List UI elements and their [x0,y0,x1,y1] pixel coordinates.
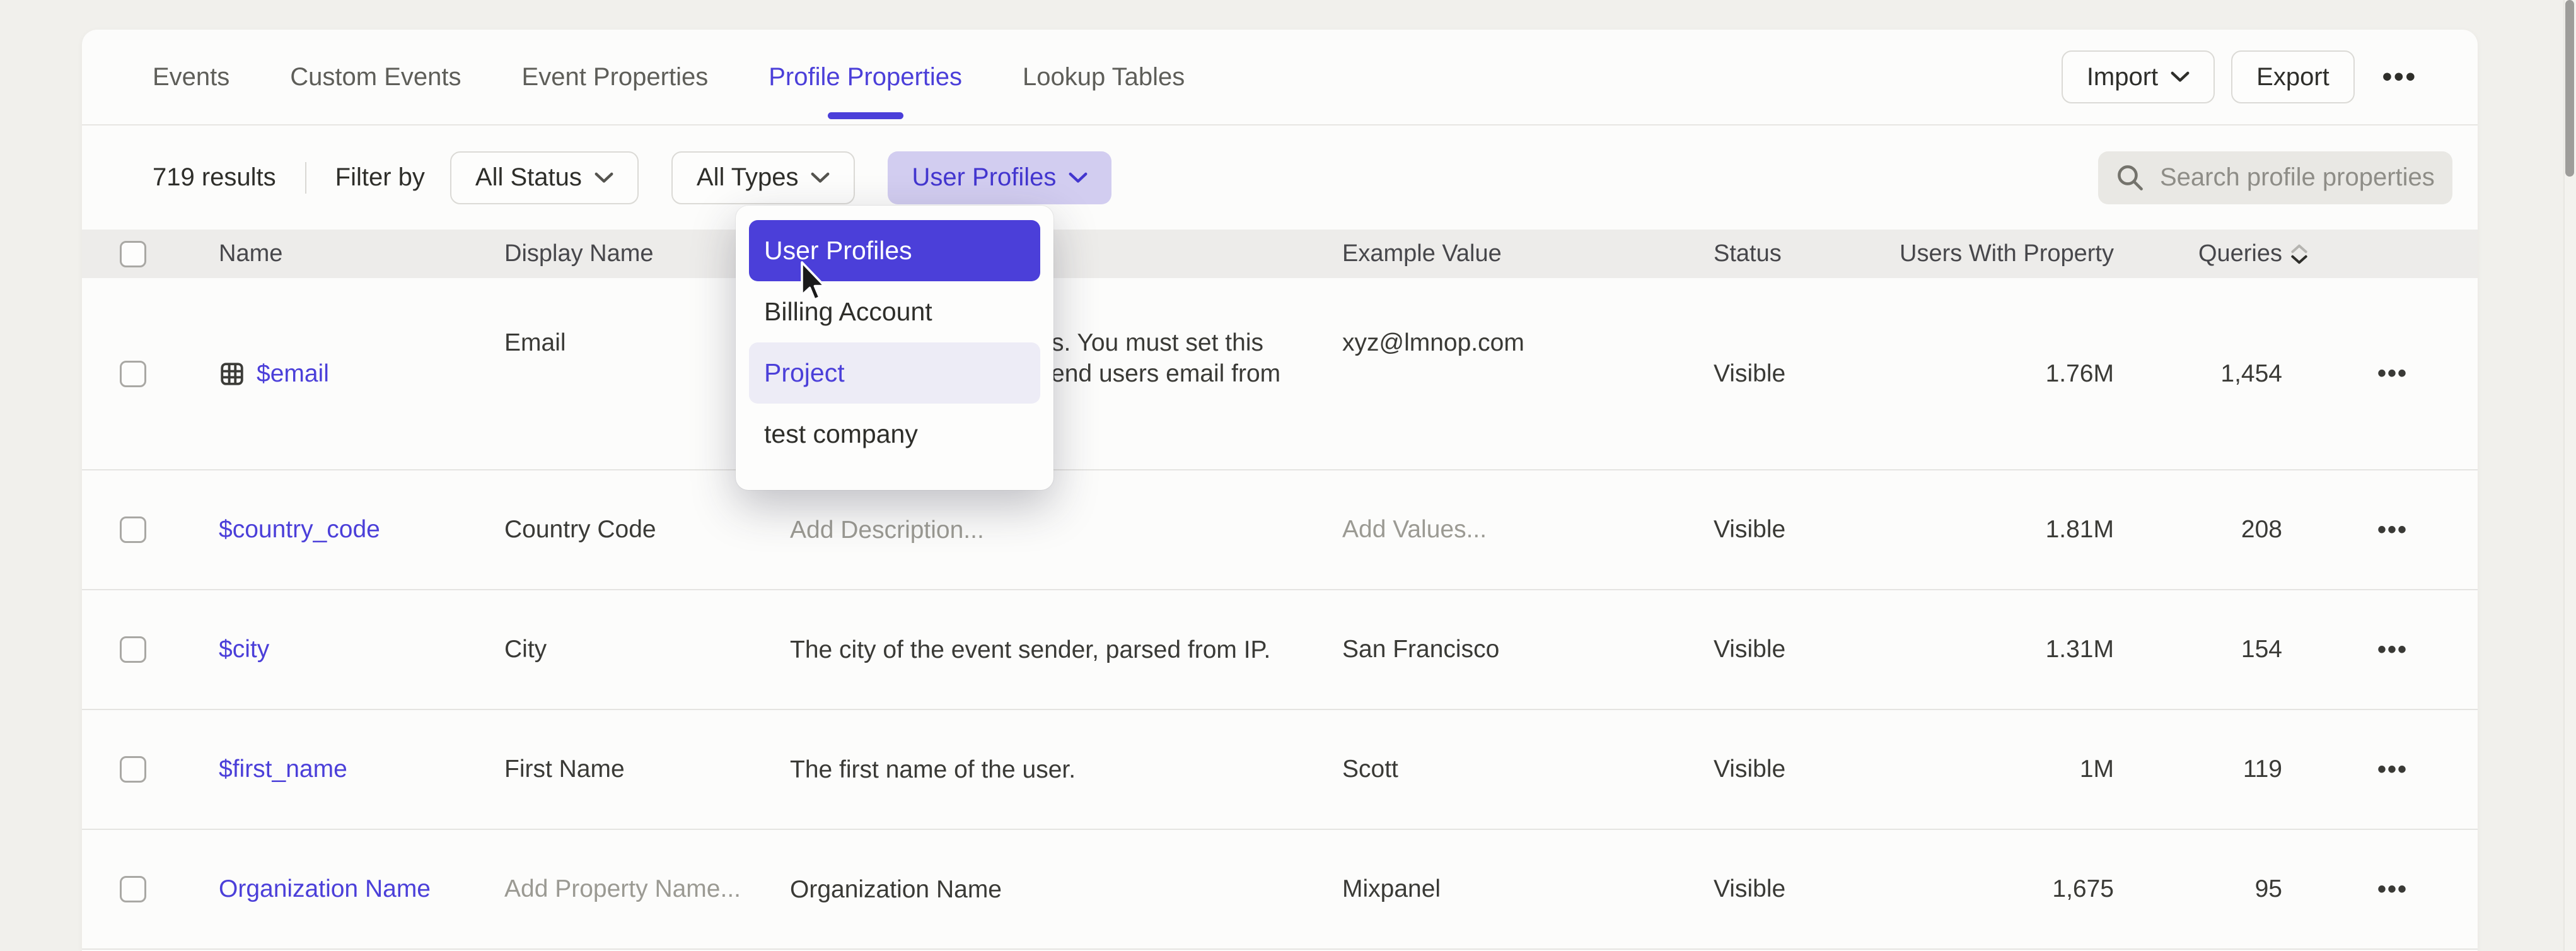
column-header-status: Status [1714,240,1891,267]
entity-filter-dropdown[interactable]: User Profiles [888,151,1111,204]
table-row: Organization Name Add Property Name... O… [82,830,2478,950]
description-cell: The city of the event sender, parsed fro… [790,634,1342,665]
export-button[interactable]: Export [2231,50,2355,103]
scrollbar-track [2563,0,2576,951]
more-options-button[interactable]: ••• [2382,63,2417,91]
row-actions-button[interactable]: ••• [2377,359,2408,388]
users-with-property-cell: 1.31M [2046,636,2114,663]
profile-properties-panel: Events Custom Events Event Properties Profi… [82,30,2478,951]
row-actions-button[interactable]: ••• [2377,516,2408,544]
results-count: 719 results [153,163,276,192]
divider [305,162,306,194]
chevron-down-icon [2171,71,2190,83]
description-cell[interactable]: Add Description... [790,515,1342,546]
type-filter-dropdown[interactable]: All Types [671,151,856,204]
tab-bar: Events Custom Events Event Properties Profi… [82,30,2478,125]
export-button-label: Export [2256,63,2329,91]
search-box [2098,151,2452,204]
example-value-cell: Scott [1342,756,1714,783]
column-header-example-value: Example Value [1342,240,1714,267]
tab-custom-events[interactable]: Custom Events [290,30,461,124]
property-name-link[interactable]: $city [219,636,504,663]
table-body: $email Email The user's email address. Y… [82,278,2478,950]
description-cell: Organization Name [790,874,1342,905]
table-row: $country_code Country Code Add Descripti… [82,470,2478,590]
tab-profile-properties[interactable]: Profile Properties [769,30,962,124]
queries-cell: 119 [2243,756,2307,783]
property-name-link[interactable]: Organization Name [219,875,504,903]
chevron-down-icon [1069,172,1088,184]
row-checkbox[interactable] [120,361,146,387]
filter-bar: 719 results Filter by All Status All Typ… [82,125,2478,230]
users-with-property-cell: 1.81M [2046,516,2114,544]
status-cell: Visible [1714,756,1891,783]
column-header-users-with-property: Users With Property [1900,240,2114,267]
scrollbar-thumb[interactable] [2565,0,2574,177]
entity-filter-label: User Profiles [912,163,1056,192]
queries-cell: 1,454 [2220,360,2307,388]
row-checkbox[interactable] [120,636,146,663]
table-row: $first_name First Name The first name of… [82,710,2478,830]
description-cell: The first name of the user. [790,754,1342,785]
chevron-down-icon [811,172,830,184]
toolbar: Import Export ••• [2062,50,2417,103]
select-all-checkbox[interactable] [120,241,146,267]
status-cell: Visible [1714,516,1891,544]
chevron-down-icon [595,172,613,184]
column-header-name: Name [219,240,504,267]
users-with-property-cell: 1M [2080,756,2114,783]
mouse-cursor [796,260,828,304]
row-actions-button[interactable]: ••• [2377,756,2408,784]
users-with-property-cell: 1.76M [2046,360,2114,388]
status-cell: Visible [1714,875,1891,903]
sort-icon [2291,244,2307,264]
import-button-label: Import [2087,63,2158,91]
table-header: Name Display Name Description Example Va… [82,230,2478,278]
property-name-link[interactable]: $first_name [219,756,504,783]
table-row: $city City The city of the event sender,… [82,590,2478,710]
row-checkbox[interactable] [120,756,146,783]
tab-bar-tabs: Events Custom Events Event Properties Profi… [153,30,1245,124]
queries-cell: 154 [2241,636,2307,663]
display-name-cell: Country Code [504,516,790,544]
row-checkbox[interactable] [120,876,146,902]
example-value-cell: San Francisco [1342,636,1714,663]
lookup-table-icon [219,361,245,387]
example-value-cell[interactable]: Add Values... [1342,516,1714,544]
display-name-cell: City [504,636,790,663]
example-value-cell: Mixpanel [1342,875,1714,903]
entity-dropdown-menu: User ProfilesBilling AccountProjecttest … [736,206,1053,490]
example-value-cell: xyz@lmnop.com [1342,329,1714,357]
type-filter-label: All Types [697,163,799,192]
row-actions-button[interactable]: ••• [2377,875,2408,904]
tab-events[interactable]: Events [153,30,229,124]
display-name-cell: First Name [504,756,790,783]
status-cell: Visible [1714,360,1891,388]
users-with-property-cell: 1,675 [2052,875,2114,903]
status-cell: Visible [1714,636,1891,663]
tab-event-properties[interactable]: Event Properties [522,30,709,124]
search-icon [2116,163,2145,192]
menu-item-user-profiles[interactable]: User Profiles [749,220,1040,281]
import-button[interactable]: Import [2062,50,2215,103]
property-name-link[interactable]: $country_code [219,516,504,544]
filter-by-label: Filter by [335,163,425,192]
queries-cell: 95 [2255,875,2307,903]
status-filter-dropdown[interactable]: All Status [450,151,639,204]
row-checkbox[interactable] [120,516,146,543]
display-name-cell[interactable]: Add Property Name... [504,875,790,903]
status-filter-label: All Status [475,163,582,192]
table-row: $email Email The user's email address. Y… [82,278,2478,470]
queries-cell: 208 [2241,516,2307,544]
property-name-link[interactable]: $email [219,360,504,388]
tab-lookup-tables[interactable]: Lookup Tables [1023,30,1185,124]
menu-item-test-company[interactable]: test company [749,404,1040,465]
menu-item-billing-account[interactable]: Billing Account [749,281,1040,342]
search-input[interactable] [2160,163,2435,192]
row-actions-button[interactable]: ••• [2377,636,2408,664]
column-header-queries[interactable]: Queries [2198,240,2307,267]
menu-item-project[interactable]: Project [749,342,1040,404]
